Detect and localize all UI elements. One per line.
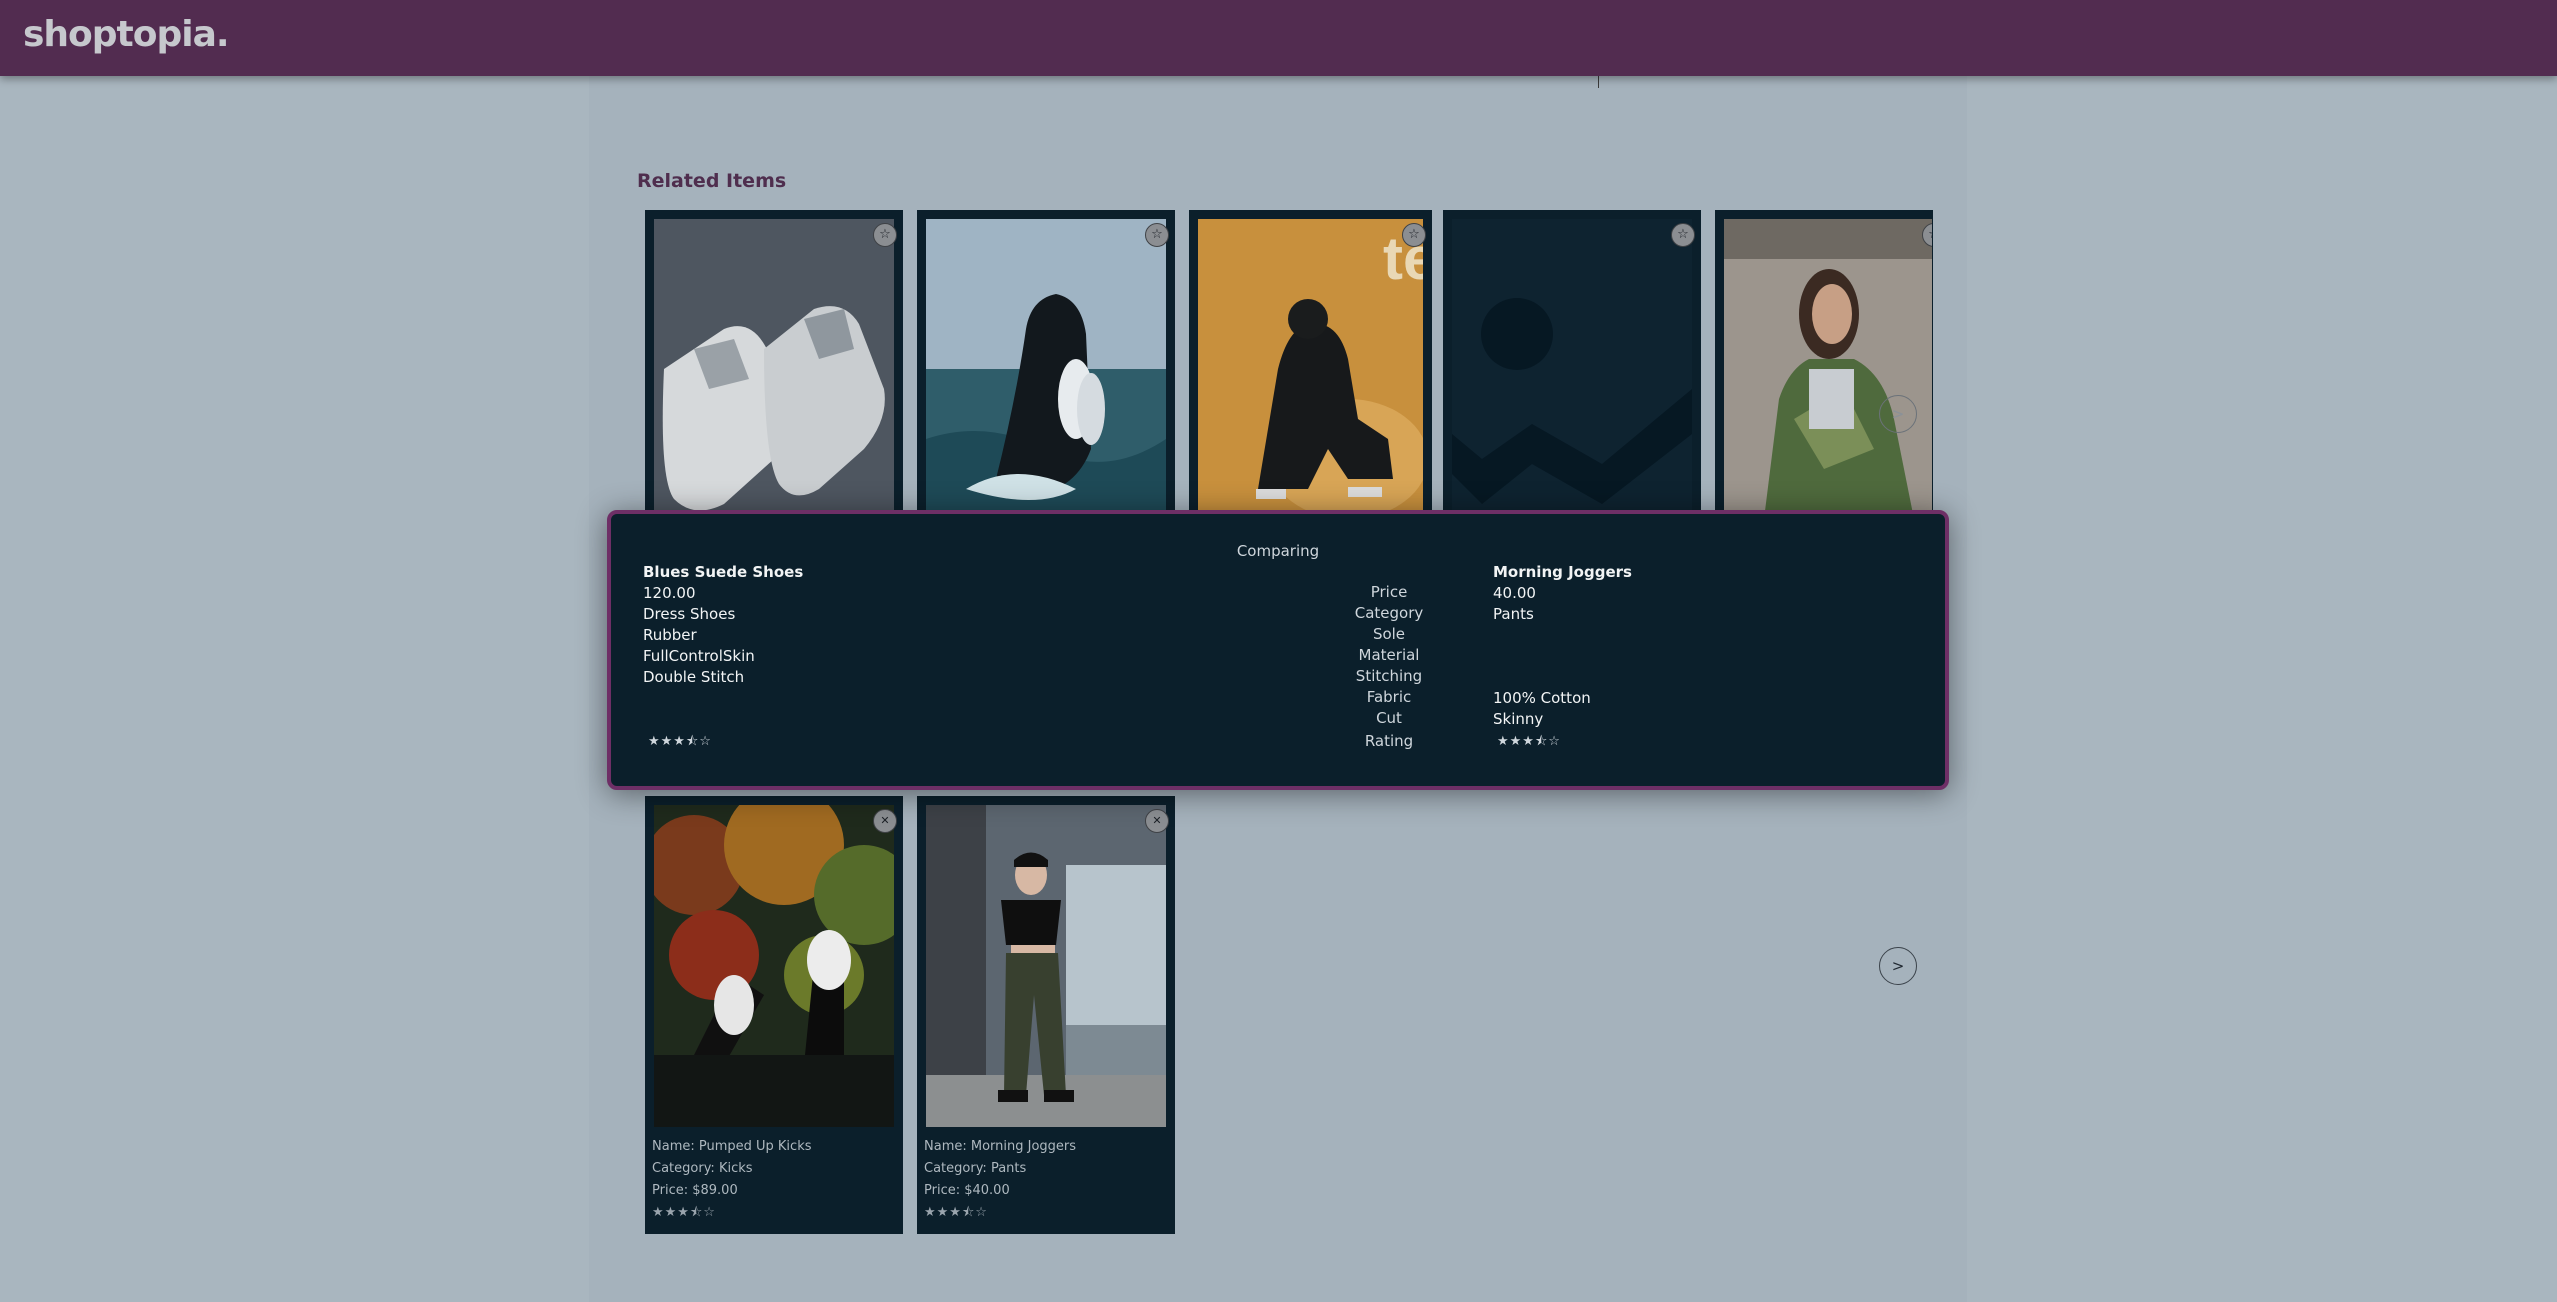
right-category: Pants — [1493, 605, 1534, 623]
related-items-title: Related Items — [637, 170, 787, 192]
product-image — [654, 219, 894, 511]
remove-icon[interactable]: ✕ — [873, 809, 897, 833]
product-category: Category: Pants — [924, 1161, 1027, 1176]
text-cursor — [1598, 76, 1599, 88]
product-name: Name: Morning Joggers — [924, 1139, 1077, 1154]
product-price: Price: $89.00 — [652, 1183, 738, 1198]
left-sole: Rubber — [643, 626, 697, 644]
star-rating: ★★★⯪☆ — [652, 1205, 716, 1220]
left-stitching: Double Stitch — [643, 668, 745, 686]
comparison-modal: Comparing Blues Suede Shoes 120.00 Dress… — [607, 510, 1949, 790]
outfit-next-button[interactable]: > — [1879, 947, 1917, 985]
left-star-rating: ★★★⯪☆ — [648, 734, 712, 749]
top-bar: shoptopia. — [0, 0, 2557, 76]
product-image — [654, 805, 894, 1127]
star-icon[interactable]: ☆ — [873, 223, 897, 247]
product-info: Name: Pumped Up Kicks Category: Kicks Pr… — [652, 1136, 812, 1224]
compare-left-column: Blues Suede Shoes 120.00 Dress Shoes Rub… — [643, 562, 803, 688]
product-image — [926, 219, 1166, 511]
product-image-placeholder — [1452, 219, 1692, 511]
right-cut: Skinny — [1493, 710, 1544, 728]
left-product-name: Blues Suede Shoes — [643, 563, 804, 581]
remove-icon[interactable]: ✕ — [1145, 809, 1169, 833]
star-rating: ★★★⯪☆ — [924, 1205, 988, 1220]
right-star-rating: ★★★⯪☆ — [1497, 734, 1561, 749]
product-name: Name: Pumped Up Kicks — [652, 1139, 812, 1154]
related-card[interactable]: ☆ — [1715, 210, 1933, 512]
related-card[interactable]: ☆ — [1443, 210, 1701, 512]
product-category: Category: Kicks — [652, 1161, 753, 1176]
star-icon[interactable]: ☆ — [1145, 223, 1169, 247]
right-product-name: Morning Joggers — [1493, 563, 1632, 581]
product-image — [1724, 219, 1932, 511]
product-price: Price: $40.00 — [924, 1183, 1010, 1198]
logo[interactable]: shoptopia. — [23, 14, 230, 55]
outfit-card[interactable]: ✕ Name: Pumped Up Kicks Category: Kicks … — [645, 796, 903, 1234]
left-price: 120.00 — [643, 584, 696, 602]
related-card[interactable]: ☆ — [645, 210, 903, 512]
outfit-card[interactable]: ✕ Name: Morning Joggers Category: Pants … — [917, 796, 1175, 1234]
related-card[interactable]: te ☆ — [1189, 210, 1432, 512]
star-icon[interactable]: ☆ — [1402, 223, 1426, 247]
carousel-next-button[interactable]: > — [1879, 395, 1917, 433]
star-icon[interactable]: ☆ — [1671, 223, 1695, 247]
product-image: te — [1198, 219, 1423, 511]
related-card[interactable]: ☆ — [917, 210, 1175, 512]
product-image — [926, 805, 1166, 1127]
product-info: Name: Morning Joggers Category: Pants Pr… — [924, 1136, 1076, 1224]
left-material: FullControlSkin — [643, 647, 755, 665]
modal-title: Comparing — [1236, 542, 1320, 560]
right-price: 40.00 — [1493, 584, 1536, 602]
left-category: Dress Shoes — [643, 605, 736, 623]
compare-right-column: Morning Joggers 40.00 Pants 100% Cotton … — [1493, 562, 1632, 730]
right-fabric: 100% Cotton — [1493, 689, 1591, 707]
